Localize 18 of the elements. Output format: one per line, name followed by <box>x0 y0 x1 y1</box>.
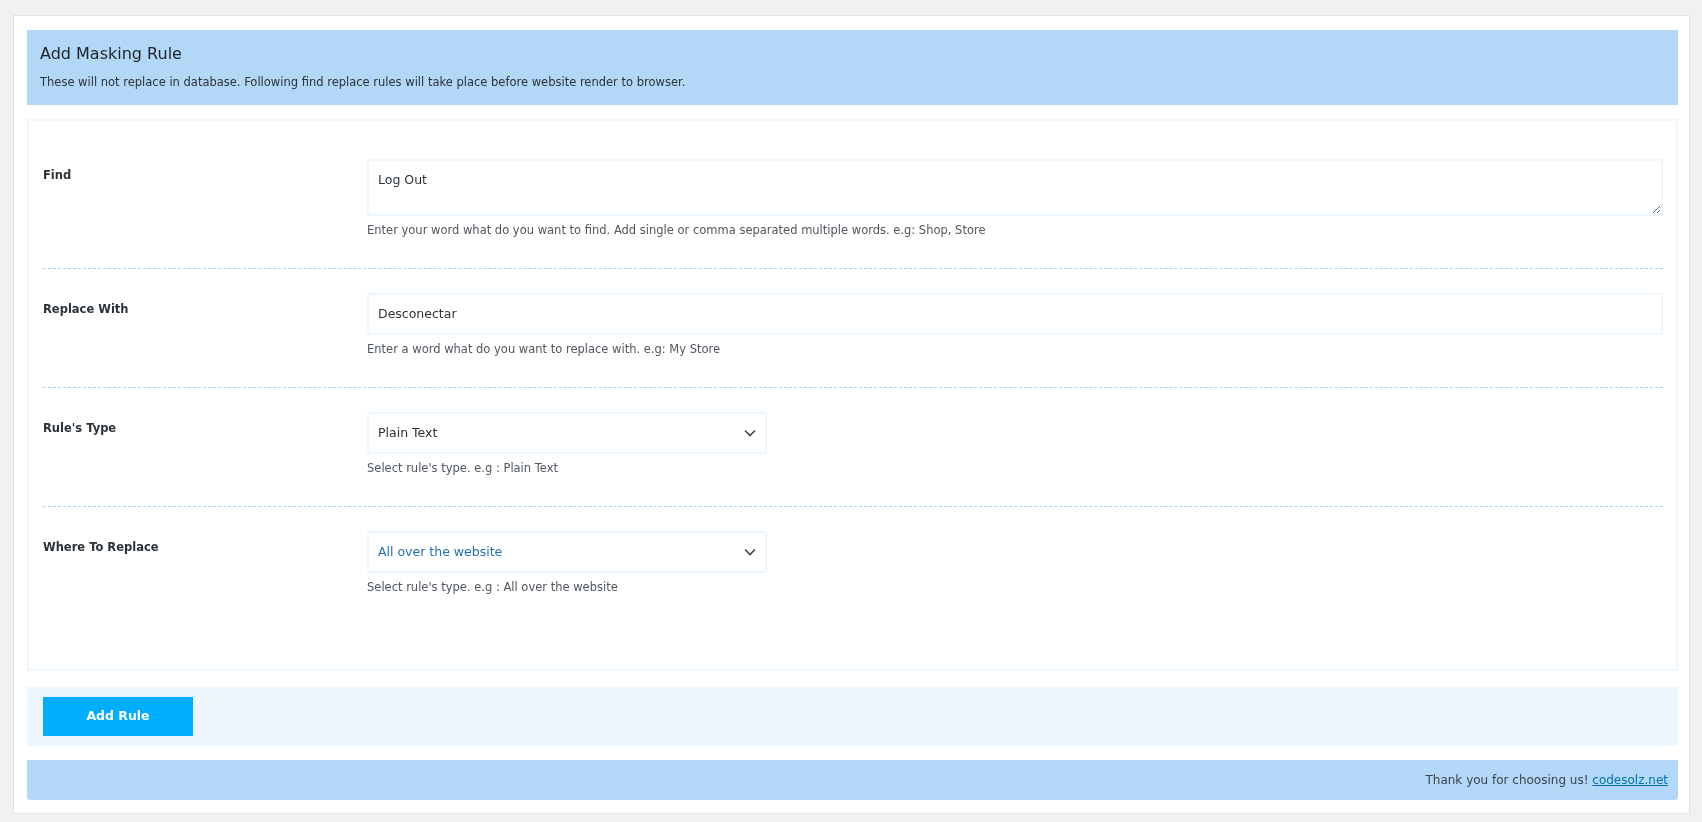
footer-text: Thank you for choosing us! <box>1425 772 1589 787</box>
field-label: Find <box>43 167 73 185</box>
help-text: Select rule's type. e.g : All over the website <box>367 579 619 597</box>
field-label: Where To Replace <box>43 538 160 556</box>
select-dropdown[interactable]: All over the website <box>367 530 767 574</box>
help-text: Select rule's type. e.g : Plain Text <box>367 460 560 478</box>
page-description: These will not replace in database. Following find replace rules will take place before website render to browser. <box>40 74 687 91</box>
chevron-down-icon <box>744 428 756 437</box>
find-textarea[interactable]: Log Out <box>367 159 1663 217</box>
field-label: Replace With <box>43 300 130 318</box>
footer-link[interactable]: codesolz.net <box>1592 772 1668 787</box>
page-title: Add Masking Rule <box>40 43 183 65</box>
input-field[interactable]: Desconectar <box>367 292 1663 336</box>
help-text: Enter your word what do you want to find. Add single or comma separated multiple words. e.g: Shop, Store <box>367 222 987 240</box>
field-label: Rule's Type <box>43 419 118 437</box>
chevron-down-icon <box>744 547 756 556</box>
select-dropdown[interactable]: Plain Text <box>367 411 767 455</box>
help-text: Enter a word what do you want to replace with. e.g: My Store <box>367 341 722 359</box>
